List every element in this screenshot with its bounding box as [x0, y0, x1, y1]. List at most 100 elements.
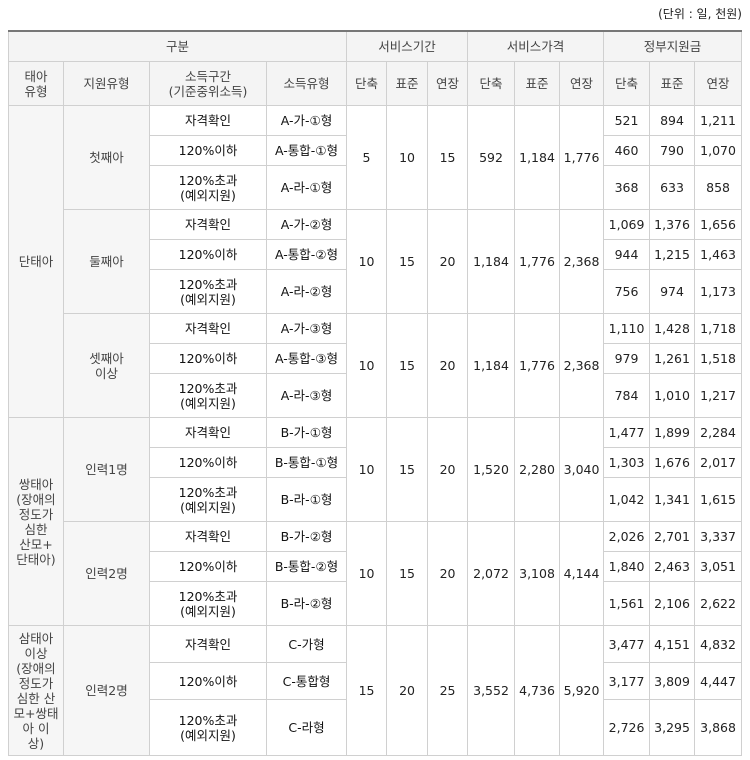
support-table: 구분 서비스기간 서비스가격 정부지원금 태아 유형 지원유형 소득구간 (기준…	[7, 30, 743, 756]
price-short-cell: 1,520	[467, 417, 516, 522]
header-infant-type: 태아 유형	[8, 61, 64, 106]
price-short-cell: 2,072	[467, 521, 516, 626]
support-standard-cell: 3,809	[649, 662, 696, 700]
support-standard-cell: 894	[649, 105, 696, 136]
period-standard-cell: 15	[386, 417, 429, 522]
income-type-cell: A-라-③형	[265, 373, 348, 418]
income-type-cell: B-라-①형	[265, 477, 348, 522]
support-short-cell: 2,026	[603, 521, 651, 552]
support-type-cell: 첫째아	[63, 105, 150, 210]
header-income-type: 소득유형	[265, 61, 348, 106]
header-support-type: 지원유형	[63, 61, 150, 106]
table-row: 단태아 첫째아 자격확인 A-가-①형 5 10 15 592 1,184 1,776 521 894…	[8, 105, 743, 418]
support-standard-cell: 1,676	[649, 447, 696, 478]
support-standard-cell: 1,261	[649, 343, 696, 374]
table-row: 쌍태아 (장애의 정도가 심한 산모+ 단태아) 인력1명 자격확인 B-가-①형 10…	[8, 417, 743, 626]
income-range-cell: 자격확인	[149, 417, 267, 448]
support-standard-cell: 4,151	[649, 625, 696, 663]
unit-note: (단위 : 일, 천원)	[658, 7, 742, 21]
support-standard-cell: 1,010	[649, 373, 696, 418]
support-extend-cell: 1,656	[694, 209, 743, 240]
support-short-cell: 944	[603, 239, 651, 270]
period-extend-cell: 25	[427, 625, 469, 756]
price-short-cell: 592	[467, 105, 516, 210]
support-type-cell: 셋째아 이상	[63, 313, 150, 418]
support-extend-cell: 2,622	[694, 581, 743, 626]
income-range-cell: 120%초과 (예외지원)	[149, 269, 267, 314]
support-extend-cell: 3,868	[694, 699, 743, 756]
support-extend-cell: 1,211	[694, 105, 743, 136]
support-standard-cell: 1,899	[649, 417, 696, 448]
income-range-cell: 자격확인	[149, 625, 267, 663]
price-standard-cell: 1,776	[514, 209, 561, 314]
support-standard-cell: 1,215	[649, 239, 696, 270]
income-type-cell: A-가-②형	[265, 209, 348, 240]
period-short-cell: 5	[346, 105, 388, 210]
support-standard-cell: 974	[649, 269, 696, 314]
support-extend-cell: 3,337	[694, 521, 743, 552]
support-standard-cell: 2,106	[649, 581, 696, 626]
income-type-cell: A-라-①형	[265, 165, 348, 210]
support-standard-cell: 1,428	[649, 313, 696, 344]
income-range-cell: 120%이하	[149, 551, 267, 582]
income-range-cell: 120%초과 (예외지원)	[149, 373, 267, 418]
price-extend-cell: 2,368	[559, 209, 605, 314]
price-extend-cell: 5,920	[559, 625, 605, 756]
support-short-cell: 2,726	[603, 699, 651, 756]
header-support-extend: 연장	[694, 61, 743, 106]
support-extend-cell: 1,518	[694, 343, 743, 374]
header-income-range: 소득구간 (기준중위소득)	[149, 61, 267, 106]
price-standard-cell: 3,108	[514, 521, 561, 626]
income-range-cell: 120%초과 (예외지원)	[149, 165, 267, 210]
table-row: 삼태아 이상 (장애의 정도가 심한 산 모+쌍태 아 이 상) 인력2명 자격확인…	[8, 625, 743, 756]
header-period: 서비스기간	[346, 30, 469, 62]
support-extend-cell: 1,615	[694, 477, 743, 522]
period-standard-cell: 15	[386, 313, 429, 418]
price-standard-cell: 1,184	[514, 105, 561, 210]
support-standard-cell: 1,376	[649, 209, 696, 240]
income-type-cell: A-통합-①형	[265, 135, 348, 166]
support-standard-cell: 2,463	[649, 551, 696, 582]
header-period-short: 단축	[346, 61, 388, 106]
header-support: 정부지원금	[603, 30, 743, 62]
period-standard-cell: 10	[386, 105, 429, 210]
price-short-cell: 1,184	[467, 209, 516, 314]
income-type-cell: A-통합-③형	[265, 343, 348, 374]
support-extend-cell: 1,173	[694, 269, 743, 314]
support-short-cell: 3,477	[603, 625, 651, 663]
support-standard-cell: 1,341	[649, 477, 696, 522]
support-short-cell: 1,477	[603, 417, 651, 448]
support-short-cell: 1,110	[603, 313, 651, 344]
income-type-cell: A-통합-②형	[265, 239, 348, 270]
income-range-cell: 120%이하	[149, 239, 267, 270]
period-short-cell: 10	[346, 417, 388, 522]
header-price-short: 단축	[467, 61, 516, 106]
income-type-cell: C-가형	[265, 625, 348, 663]
support-short-cell: 1,840	[603, 551, 651, 582]
support-short-cell: 756	[603, 269, 651, 314]
income-range-cell: 120%이하	[149, 662, 267, 700]
table-row: 인력2명 자격확인 B-가-②형 10 15 20 2,072 3,108 4,144 2,026…	[9, 521, 743, 626]
support-short-cell: 368	[603, 165, 651, 210]
income-range-cell: 자격확인	[149, 313, 267, 344]
price-short-cell: 3,552	[467, 625, 516, 756]
income-type-cell: C-라형	[265, 699, 348, 756]
income-type-cell: B-가-②형	[265, 521, 348, 552]
income-range-cell: 120%초과 (예외지원)	[149, 477, 267, 522]
support-standard-cell: 633	[649, 165, 696, 210]
support-extend-cell: 4,832	[694, 625, 743, 663]
header-price: 서비스가격	[467, 30, 605, 62]
support-short-cell: 1,069	[603, 209, 651, 240]
header-period-extend: 연장	[427, 61, 469, 106]
support-standard-cell: 3,295	[649, 699, 696, 756]
header-support-standard: 표준	[649, 61, 696, 106]
period-extend-cell: 20	[427, 417, 469, 522]
support-standard-cell: 2,701	[649, 521, 696, 552]
period-short-cell: 10	[346, 521, 388, 626]
support-extend-cell: 2,017	[694, 447, 743, 478]
support-standard-cell: 790	[649, 135, 696, 166]
income-range-cell: 120%이하	[149, 447, 267, 478]
infant-type-cell: 쌍태아 (장애의 정도가 심한 산모+ 단태아)	[8, 417, 64, 626]
table-body: 단태아 첫째아 자격확인 A-가-①형 5 10 15 592 1,184 1,776 521 894…	[8, 105, 743, 756]
infant-type-cell: 단태아	[8, 105, 64, 418]
